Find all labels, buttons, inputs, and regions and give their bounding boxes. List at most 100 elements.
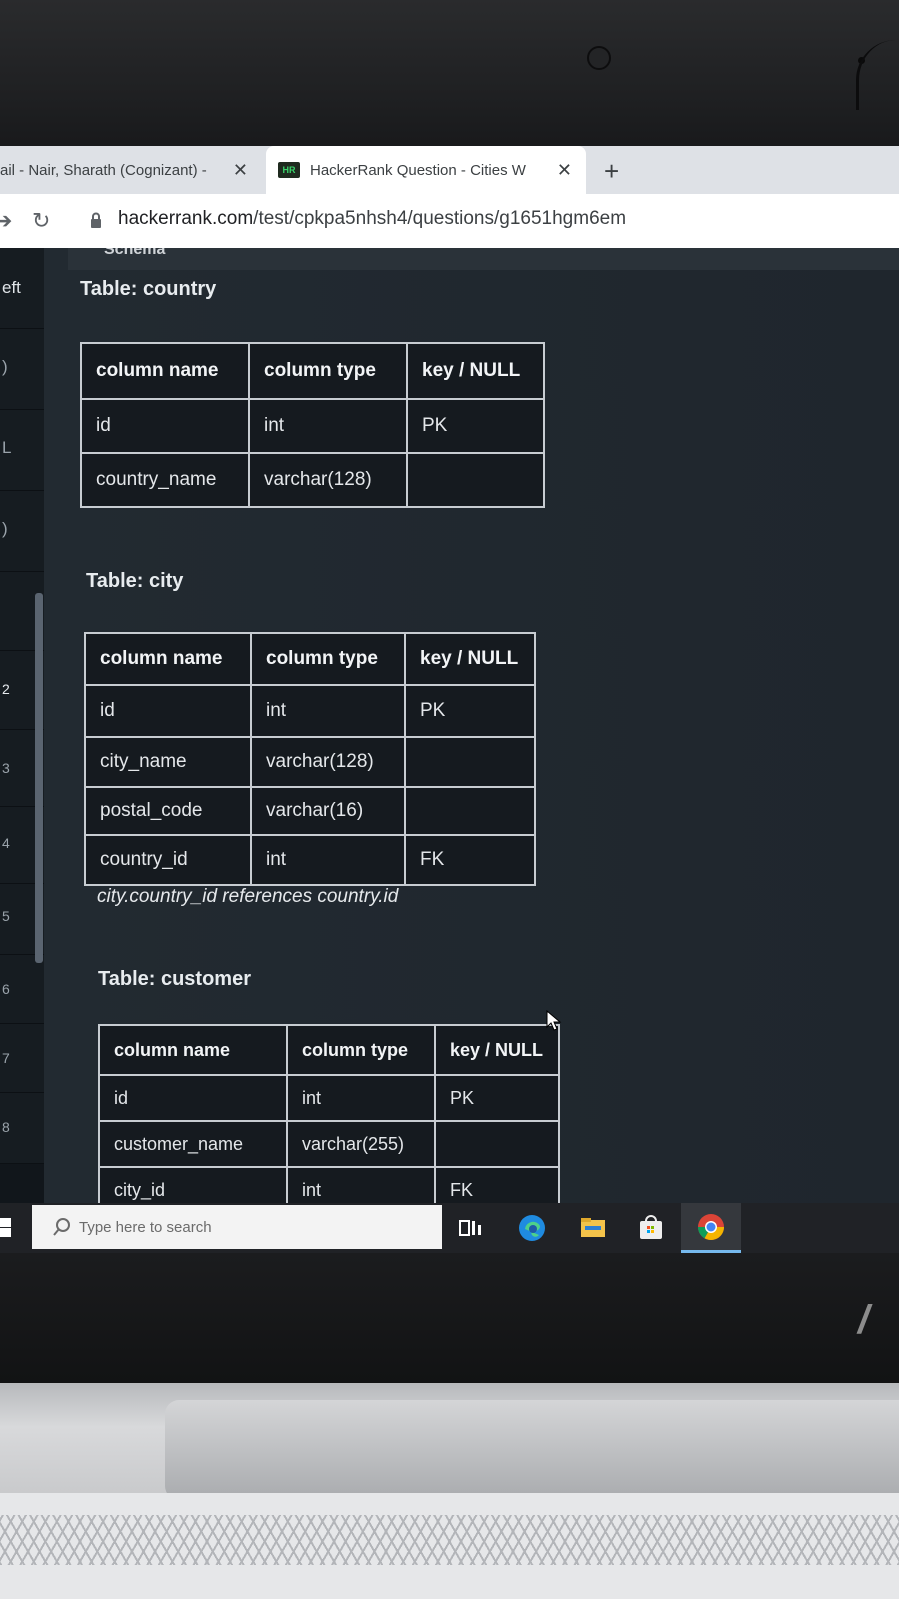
sidebar-item-8[interactable]: 8	[0, 1093, 44, 1164]
lock-icon	[91, 212, 101, 228]
url-path: /test/cpkpa5nhsh4/questions/g1651hgm6em	[253, 208, 627, 229]
table-cell: id	[98, 1074, 288, 1122]
table-cell: country_id	[84, 834, 252, 886]
table-row: id int PK	[84, 684, 536, 738]
table-row: country_name varchar(128)	[80, 452, 545, 508]
tab-hackerrank[interactable]: HR HackerRank Question - Cities W ✕	[266, 146, 586, 194]
table-cell: varchar(128)	[250, 736, 406, 788]
table-cell: int	[250, 834, 406, 886]
sidebar-left-label: eft	[2, 278, 21, 297]
table-cell	[434, 1120, 560, 1168]
column-header: column name	[98, 1024, 288, 1076]
table-cell	[404, 786, 536, 836]
table-cell: PK	[434, 1074, 560, 1122]
taskbar-search-input[interactable]: Type here to search	[32, 1205, 442, 1249]
table-header-row: column name column type key / NULL	[84, 632, 536, 686]
windows-taskbar: Type here to search	[0, 1203, 899, 1253]
column-header: column type	[286, 1024, 436, 1076]
city-schema-table: column name column type key / NULL id in…	[84, 632, 536, 886]
sidebar-item-label: 2	[2, 681, 10, 697]
table-cell	[404, 736, 536, 788]
table-cell: varchar(128)	[248, 452, 408, 508]
sidebar-item-label: )	[2, 357, 8, 376]
url-field[interactable]: hackerrank.com/test/cpkpa5nhsh4/question…	[118, 208, 626, 230]
table-cell: PK	[404, 684, 536, 738]
sidebar-item-label: 8	[2, 1119, 10, 1135]
hackerrank-favicon-icon: HR	[278, 162, 300, 178]
grille-pattern	[0, 1515, 899, 1565]
column-header: column name	[84, 632, 252, 686]
chrome-icon	[697, 1214, 725, 1241]
sidebar-item[interactable]: )	[0, 491, 44, 572]
close-icon[interactable]: ✕	[557, 160, 572, 181]
table-cell: varchar(16)	[250, 786, 406, 836]
table-row: id int PK	[98, 1074, 560, 1122]
chrome-taskbar-button[interactable]	[681, 1203, 741, 1253]
table-row: country_id int FK	[84, 834, 536, 886]
table-cell: city_id	[98, 1166, 288, 1204]
table-cell: int	[248, 398, 408, 454]
task-view-icon[interactable]	[456, 1213, 486, 1243]
table-cell: PK	[406, 398, 545, 454]
table-title-country: Table: country	[80, 278, 217, 300]
webcam-icon	[587, 46, 611, 70]
forward-icon[interactable]: ➔	[0, 208, 12, 234]
sidebar-item-label: 7	[2, 1050, 10, 1066]
sidebar-item-label: 6	[2, 981, 10, 997]
sidebar-item-label: 4	[2, 835, 10, 851]
customer-schema-table: column name column type key / NULL id in…	[98, 1024, 560, 1204]
sidebar-item-left[interactable]: eft	[0, 248, 44, 329]
windows-start-icon[interactable]	[0, 1218, 12, 1238]
tab-hackerrank-label: HackerRank Question - Cities W	[310, 161, 526, 179]
table-row: city_id int FK	[98, 1166, 560, 1204]
new-tab-button[interactable]: +	[604, 156, 619, 187]
edge-icon[interactable]	[517, 1213, 547, 1243]
table-title-customer: Table: customer	[98, 968, 251, 990]
sidebar-item-6[interactable]: 6	[0, 955, 44, 1024]
sidebar-item-label: 3	[2, 760, 10, 776]
tab-mail[interactable]: ail - Nair, Sharath (Cognizant) - ✕	[0, 146, 262, 194]
column-header: column type	[250, 632, 406, 686]
search-placeholder: Type here to search	[79, 1219, 212, 1236]
table-header-row: column name column type key / NULL	[80, 342, 545, 400]
table-cell	[406, 452, 545, 508]
reload-icon[interactable]: ↻	[32, 208, 50, 234]
foreign-key-note: city.country_id references country.id	[97, 886, 399, 907]
sidebar-scrollbar[interactable]	[35, 593, 43, 963]
table-cell: int	[250, 684, 406, 738]
column-header: column type	[248, 342, 408, 400]
table-cell: FK	[434, 1166, 560, 1204]
table-row: customer_name varchar(255)	[98, 1120, 560, 1168]
schema-header-label: Schema	[104, 248, 166, 258]
close-icon[interactable]: ✕	[233, 160, 248, 181]
laptop-logo-icon: /	[858, 1298, 870, 1342]
url-host: hackerrank.com	[118, 208, 254, 229]
table-cell: country_name	[80, 452, 250, 508]
store-icon[interactable]	[636, 1213, 666, 1243]
hinge-bar	[165, 1400, 899, 1500]
mouse-cursor-icon	[546, 1010, 562, 1031]
table-title-city: Table: city	[86, 570, 184, 592]
table-cell: postal_code	[84, 786, 252, 836]
column-header: key / NULL	[434, 1024, 560, 1076]
table-cell: city_name	[84, 736, 252, 788]
sidebar-item-7[interactable]: 7	[0, 1024, 44, 1093]
sidebar-item[interactable]: )	[0, 329, 44, 410]
file-explorer-icon[interactable]	[578, 1213, 608, 1243]
table-cell: customer_name	[98, 1120, 288, 1168]
table-cell: id	[84, 684, 252, 738]
country-schema-table: column name column type key / NULL id in…	[80, 342, 545, 508]
laptop-bezel-top	[0, 0, 899, 150]
table-row: postal_code varchar(16)	[84, 786, 536, 836]
sidebar-item-label: 5	[2, 908, 10, 924]
search-icon	[53, 1218, 70, 1236]
column-header: column name	[80, 342, 250, 400]
table-cell: FK	[404, 834, 536, 886]
table-cell: id	[80, 398, 250, 454]
tab-mail-label: ail - Nair, Sharath (Cognizant) -	[0, 161, 207, 179]
sidebar-item[interactable]: L	[0, 410, 44, 491]
sidebar-item-label: )	[2, 519, 8, 538]
schema-section-header[interactable]: Schema	[68, 248, 899, 270]
sidebar-item-label: L	[2, 438, 12, 457]
column-header: key / NULL	[406, 342, 545, 400]
